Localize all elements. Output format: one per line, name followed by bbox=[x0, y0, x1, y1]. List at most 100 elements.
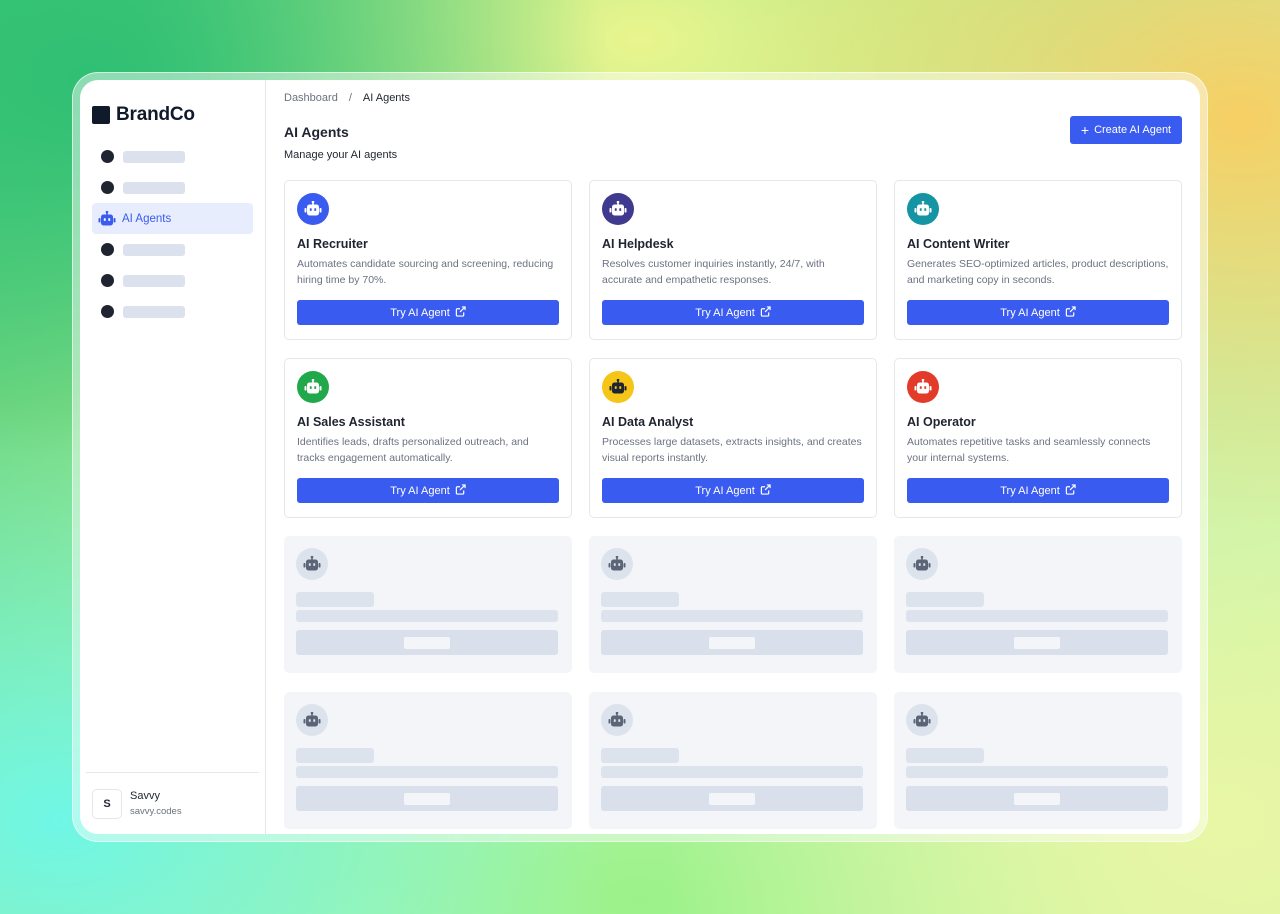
agent-title: AI Content Writer bbox=[907, 237, 1010, 251]
robot-icon bbox=[602, 371, 634, 403]
agent-description: Automates repetitive tasks and seamlessl… bbox=[907, 436, 1151, 464]
try-button-label: Try AI Agent bbox=[1000, 484, 1060, 497]
skeleton-title bbox=[906, 592, 984, 607]
external-link-icon bbox=[1060, 483, 1076, 498]
try-button-label: Try AI Agent bbox=[1000, 306, 1060, 319]
skeleton-button bbox=[296, 630, 558, 655]
skeleton-button bbox=[601, 630, 863, 655]
breadcrumb-dashboard[interactable]: Dashboard bbox=[284, 92, 338, 104]
dot-icon bbox=[101, 243, 114, 256]
skeleton-title bbox=[906, 748, 984, 763]
robot-icon bbox=[907, 371, 939, 403]
nav-label-placeholder bbox=[123, 181, 185, 194]
robot-icon bbox=[297, 371, 329, 403]
external-link-icon bbox=[1060, 305, 1076, 320]
sidebar-item-placeholder[interactable] bbox=[92, 265, 253, 296]
agent-grid: AI Recruiter Automates candidate sourcin… bbox=[284, 180, 1182, 834]
app-window: BrandCo AI Agents S Savvy savvy.codes Da… bbox=[80, 80, 1200, 834]
robot-icon bbox=[906, 548, 938, 580]
robot-icon bbox=[906, 704, 938, 736]
user-subtitle: savvy.codes bbox=[130, 806, 182, 817]
robot-icon bbox=[297, 193, 329, 225]
external-link-icon bbox=[450, 305, 466, 320]
skeleton-line bbox=[906, 766, 1168, 778]
agent-card: AI Operator Automates repetitive tasks a… bbox=[894, 358, 1182, 518]
try-ai-agent-button[interactable]: Try AI Agent bbox=[297, 478, 559, 503]
robot-icon bbox=[98, 210, 116, 227]
external-link-icon bbox=[450, 483, 466, 498]
plus-icon: + bbox=[1080, 121, 1090, 138]
skeleton-button bbox=[601, 786, 863, 811]
try-ai-agent-button[interactable]: Try AI Agent bbox=[602, 478, 864, 503]
skeleton-title bbox=[601, 592, 679, 607]
agent-description: Identifies leads, drafts personalized ou… bbox=[297, 436, 529, 464]
agent-title: AI Recruiter bbox=[297, 237, 368, 251]
try-button-label: Try AI Agent bbox=[390, 484, 450, 497]
skeleton-card bbox=[284, 692, 572, 829]
try-ai-agent-button[interactable]: Try AI Agent bbox=[602, 300, 864, 325]
skeleton-title bbox=[296, 748, 374, 763]
skeleton-line bbox=[296, 766, 558, 778]
agent-card: AI Helpdesk Resolves customer inquiries … bbox=[589, 180, 877, 340]
skeleton-title bbox=[601, 748, 679, 763]
brand-name: BrandCo bbox=[116, 103, 195, 125]
robot-icon bbox=[907, 193, 939, 225]
user-name: Savvy bbox=[130, 790, 160, 802]
robot-icon bbox=[602, 193, 634, 225]
robot-icon bbox=[601, 704, 633, 736]
nav-label-placeholder bbox=[123, 274, 185, 287]
sidebar-item-placeholder[interactable] bbox=[92, 296, 253, 327]
skeleton-card bbox=[894, 692, 1182, 829]
robot-icon bbox=[296, 704, 328, 736]
dot-icon bbox=[101, 181, 114, 194]
try-button-label: Try AI Agent bbox=[695, 306, 755, 319]
create-ai-agent-button[interactable]: + Create AI Agent bbox=[1070, 116, 1182, 144]
agent-description: Automates candidate sourcing and screeni… bbox=[297, 258, 554, 286]
skeleton-button bbox=[906, 630, 1168, 655]
breadcrumb-separator: / bbox=[348, 92, 352, 104]
create-button-label: Create AI Agent bbox=[1094, 124, 1172, 136]
sidebar-item-placeholder[interactable] bbox=[92, 172, 253, 203]
agent-card: AI Sales Assistant Identifies leads, dra… bbox=[284, 358, 572, 518]
skeleton-line bbox=[296, 610, 558, 622]
robot-icon bbox=[296, 548, 328, 580]
sidebar-item-label: AI Agents bbox=[122, 212, 172, 225]
try-ai-agent-button[interactable]: Try AI Agent bbox=[907, 300, 1169, 325]
dot-icon bbox=[101, 274, 114, 287]
sidebar: BrandCo AI Agents S Savvy savvy.codes bbox=[80, 80, 266, 834]
skeleton-card bbox=[589, 536, 877, 673]
page-header: AI Agents Manage your AI agents + Create… bbox=[284, 116, 1182, 161]
page-title: AI Agents bbox=[284, 124, 349, 140]
agent-card: AI Recruiter Automates candidate sourcin… bbox=[284, 180, 572, 340]
agent-description: Processes large datasets, extracts insig… bbox=[602, 436, 862, 464]
try-ai-agent-button[interactable]: Try AI Agent bbox=[297, 300, 559, 325]
skeleton-line bbox=[601, 610, 863, 622]
agent-title: AI Helpdesk bbox=[602, 237, 674, 251]
skeleton-line bbox=[601, 766, 863, 778]
sidebar-nav: AI Agents bbox=[80, 141, 265, 327]
skeleton-line bbox=[906, 610, 1168, 622]
external-link-icon bbox=[755, 483, 771, 498]
try-button-label: Try AI Agent bbox=[695, 484, 755, 497]
dot-icon bbox=[101, 150, 114, 163]
main-content: Dashboard / AI Agents AI Agents Manage y… bbox=[266, 80, 1200, 834]
skeleton-button bbox=[906, 786, 1168, 811]
avatar: S bbox=[92, 788, 122, 819]
agent-card: AI Content Writer Generates SEO-optimize… bbox=[894, 180, 1182, 340]
sidebar-item-placeholder[interactable] bbox=[92, 234, 253, 265]
page-subtitle: Manage your AI agents bbox=[284, 149, 398, 161]
agent-title: AI Operator bbox=[907, 415, 976, 429]
robot-icon bbox=[601, 548, 633, 580]
agent-card: AI Data Analyst Processes large datasets… bbox=[589, 358, 877, 518]
agent-title: AI Sales Assistant bbox=[297, 415, 405, 429]
try-ai-agent-button[interactable]: Try AI Agent bbox=[907, 478, 1169, 503]
sidebar-item-placeholder[interactable] bbox=[92, 141, 253, 172]
user-profile[interactable]: S Savvy savvy.codes bbox=[86, 772, 259, 834]
brand[interactable]: BrandCo bbox=[80, 80, 265, 132]
nav-label-placeholder bbox=[123, 243, 185, 256]
dot-icon bbox=[101, 305, 114, 318]
skeleton-card bbox=[894, 536, 1182, 673]
nav-label-placeholder bbox=[123, 305, 185, 318]
skeleton-card bbox=[284, 536, 572, 673]
sidebar-item-ai-agents[interactable]: AI Agents bbox=[92, 203, 253, 234]
